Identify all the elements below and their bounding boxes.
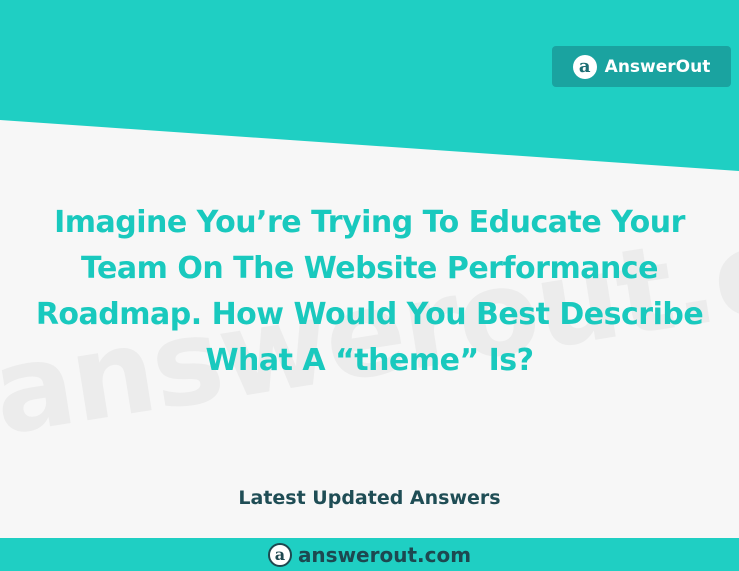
footer-bar: a answerout.com	[0, 538, 739, 571]
section-heading: Latest Updated Answers	[238, 487, 501, 509]
brand-badge[interactable]: a AnswerOut	[552, 46, 731, 87]
question-title: Imagine You’re Trying To Educate Your Te…	[35, 205, 704, 378]
footer-site-link[interactable]: answerout.com	[298, 543, 471, 567]
footer-logo-icon: a	[267, 542, 292, 567]
brand-name: AnswerOut	[604, 56, 711, 77]
answerout-logo-icon: a	[572, 54, 597, 79]
